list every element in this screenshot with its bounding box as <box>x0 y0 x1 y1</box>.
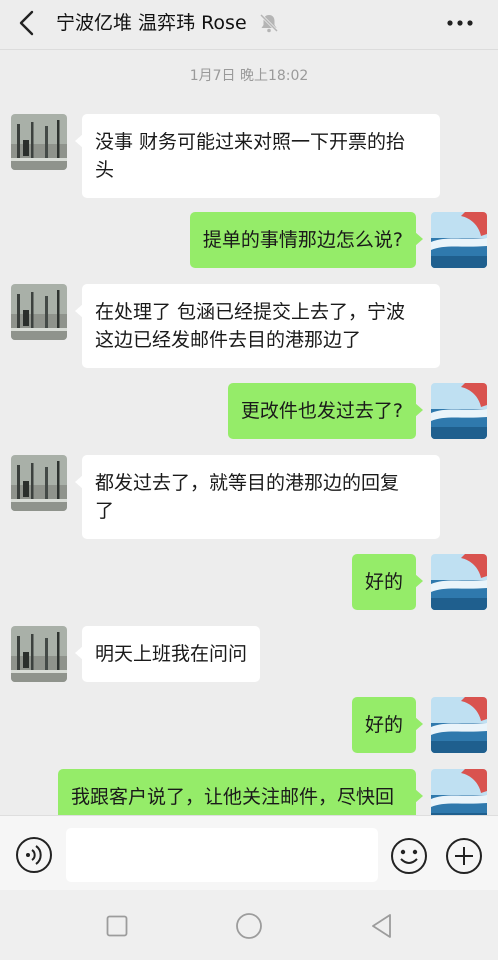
message-input[interactable] <box>66 828 378 882</box>
muted-bell-icon <box>259 13 279 33</box>
message-bubble-incoming[interactable]: 没事 财务可能过来对照一下开票的抬 头 <box>75 114 440 198</box>
message-bubble-incoming[interactable]: 都发过去了，就等目的港那边的回复 了 <box>75 455 440 539</box>
message-text: 没事 财务可能过来对照一下开票的抬 头 <box>95 131 406 181</box>
message-text: 在处理了 包涵已经提交上去了，宁波 这边已经发邮件去目的港那边了 <box>95 301 406 351</box>
contact-avatar[interactable] <box>11 284 67 340</box>
chat-timestamp: 1月7日 晚上18:02 <box>189 68 309 84</box>
chevron-left-icon[interactable] <box>12 6 42 40</box>
message-text: 我跟客户说了，让他关注邮件，尽快回 <box>71 786 395 808</box>
message-text: 更改件也发过去了? <box>240 400 403 422</box>
my-avatar[interactable] <box>431 383 487 439</box>
message-text: 明天上班我在问问 <box>95 643 248 665</box>
message-text: 都发过去了，就等目的港那边的回复 了 <box>95 472 400 522</box>
system-nav-bar <box>0 890 498 960</box>
triangle-back-icon[interactable] <box>368 912 396 940</box>
message-bubble-incoming[interactable]: 明天上班我在问问 <box>74 626 261 682</box>
message-bubble-incoming[interactable]: 在处理了 包涵已经提交上去了，宁波 这边已经发邮件去目的港那边了 <box>75 284 440 368</box>
my-avatar[interactable] <box>431 697 487 753</box>
chat-header: 宁波亿堆 温弈玮 Rose <box>0 0 498 50</box>
my-avatar[interactable] <box>431 554 487 610</box>
message-text: 好的 <box>364 571 403 593</box>
square-icon[interactable] <box>106 915 128 937</box>
message-bubble-outgoing[interactable]: 更改件也发过去了? <box>227 383 424 439</box>
message-bubble-outgoing[interactable]: 提单的事情那边怎么说? <box>189 212 424 268</box>
my-avatar[interactable] <box>431 212 487 268</box>
message-bubble-outgoing[interactable]: 好的 <box>351 697 424 753</box>
circle-icon[interactable] <box>235 912 263 940</box>
message-text: 好的 <box>364 714 403 736</box>
message-text: 提单的事情那边怎么说? <box>202 229 403 251</box>
chat-title[interactable]: 宁波亿堆 温弈玮 Rose <box>56 10 247 36</box>
contact-avatar[interactable] <box>11 455 67 511</box>
emoji-icon[interactable] <box>389 836 429 876</box>
more-dots-icon[interactable] <box>444 8 476 38</box>
plus-icon[interactable] <box>444 836 484 876</box>
message-bubble-outgoing[interactable]: 好的 <box>351 554 424 610</box>
voice-icon[interactable] <box>15 836 53 874</box>
contact-avatar[interactable] <box>11 114 67 170</box>
message-input-bar <box>0 815 498 890</box>
contact-avatar[interactable] <box>11 626 67 682</box>
